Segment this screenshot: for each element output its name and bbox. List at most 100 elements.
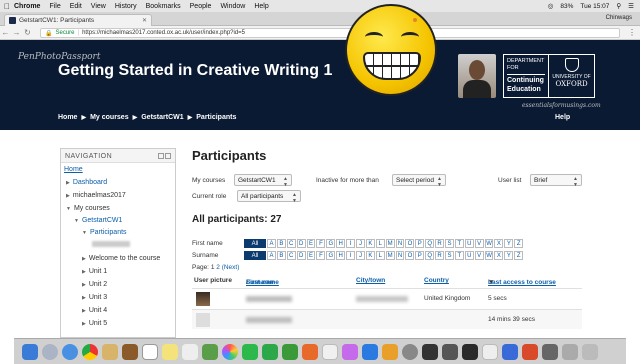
first-name-all-button[interactable]: All: [244, 239, 266, 248]
terminal-icon[interactable]: [462, 343, 478, 360]
surname-letter-m[interactable]: M: [385, 251, 395, 260]
crumb-participants[interactable]: Participants: [196, 114, 236, 121]
system-preferences-icon[interactable]: [402, 343, 418, 360]
first-name-letter-w[interactable]: W: [484, 239, 494, 248]
messages-icon[interactable]: [242, 343, 258, 360]
app-grey-icon[interactable]: [542, 343, 558, 360]
surname-letter-h[interactable]: H: [336, 251, 346, 260]
surname-letter-c[interactable]: C: [286, 251, 296, 260]
page-next-link[interactable]: (Next): [222, 264, 240, 271]
first-name-letter-t[interactable]: T: [454, 239, 464, 248]
crumb-course[interactable]: GetstartCW1: [141, 114, 183, 121]
calendar-icon[interactable]: [142, 343, 158, 360]
surname-letter-n[interactable]: N: [395, 251, 405, 260]
crumb-my-courses[interactable]: My courses: [90, 114, 129, 121]
first-name-letter-i[interactable]: I: [346, 239, 356, 248]
table-row[interactable]: 14 mins 39 secs: [192, 309, 582, 329]
page-2-link[interactable]: 2: [216, 264, 220, 271]
wifi-icon[interactable]: ◎: [548, 2, 554, 10]
first-name-letter-q[interactable]: Q: [425, 239, 435, 248]
first-name-letter-y[interactable]: Y: [504, 239, 514, 248]
notes-icon[interactable]: [162, 343, 178, 360]
forward-icon[interactable]: →: [11, 28, 22, 37]
nav-unit-5[interactable]: ▶ Unit 5: [82, 320, 107, 327]
browser-menu-icon[interactable]: ⋮: [628, 28, 636, 37]
notes-brown-icon[interactable]: [122, 343, 138, 360]
surname-letter-u[interactable]: U: [464, 251, 474, 260]
surname-letter-k[interactable]: K: [365, 251, 375, 260]
first-name-letter-s[interactable]: S: [445, 239, 454, 248]
help-link[interactable]: Help: [555, 114, 570, 121]
nav-unit-1[interactable]: ▶ Unit 1: [82, 268, 107, 275]
first-name-letter-g[interactable]: G: [326, 239, 336, 248]
finder-icon[interactable]: [22, 343, 38, 360]
surname-letter-q[interactable]: Q: [425, 251, 435, 260]
app-dark2-icon[interactable]: [442, 343, 458, 360]
sort-city[interactable]: City/town: [356, 277, 385, 284]
sort-last-access[interactable]: Last access to course: [488, 279, 556, 286]
first-name-letter-u[interactable]: U: [464, 239, 474, 248]
browser-tab[interactable]: GetstartCW1: Participants ✕: [4, 14, 152, 26]
app-dark-icon[interactable]: [422, 343, 438, 360]
keynote-icon[interactable]: [302, 343, 318, 360]
menu-bookmarks[interactable]: Bookmarks: [146, 3, 181, 10]
surname-letter-x[interactable]: X: [494, 251, 504, 260]
first-name-letter-b[interactable]: B: [276, 239, 286, 248]
first-name-letter-e[interactable]: E: [306, 239, 316, 248]
first-name-letter-d[interactable]: D: [296, 239, 306, 248]
first-name-letter-m[interactable]: M: [385, 239, 395, 248]
menu-view[interactable]: View: [91, 3, 106, 10]
nav-unit-2[interactable]: ▶ Unit 2: [82, 281, 107, 288]
first-name-letter-v[interactable]: V: [474, 239, 484, 248]
surname-letter-i[interactable]: I: [346, 251, 356, 260]
surname-all-button[interactable]: All: [244, 251, 266, 260]
safari-icon[interactable]: [62, 343, 78, 360]
first-name-letter-k[interactable]: K: [365, 239, 375, 248]
surname-letter-o[interactable]: O: [405, 251, 415, 260]
surname-letter-g[interactable]: G: [326, 251, 336, 260]
profile-name[interactable]: Chinwags: [606, 15, 632, 21]
first-name-letter-o[interactable]: O: [405, 239, 415, 248]
photos-icon[interactable]: [222, 343, 238, 360]
itunes-icon[interactable]: [322, 343, 338, 360]
table-row[interactable]: United Kingdom 5 secs: [192, 288, 582, 308]
url-bar[interactable]: 🔒 Secure | https://michaelmas2017.conted…: [40, 28, 620, 38]
blurred-user-name[interactable]: [246, 296, 292, 302]
surname-letter-a[interactable]: A: [267, 251, 276, 260]
nav-my-courses[interactable]: ▼ My courses: [66, 205, 110, 212]
first-name-letter-l[interactable]: L: [375, 239, 385, 248]
surname-letter-b[interactable]: B: [276, 251, 286, 260]
course-title[interactable]: Getting Started in Creative Writing 1: [58, 62, 332, 80]
first-name-letter-f[interactable]: F: [316, 239, 326, 248]
trash-icon[interactable]: [582, 343, 598, 360]
surname-letter-f[interactable]: F: [316, 251, 326, 260]
blurred-user-name[interactable]: [246, 317, 292, 323]
first-name-letter-r[interactable]: R: [435, 239, 445, 248]
menu-people[interactable]: People: [190, 3, 212, 10]
reminders-icon[interactable]: [182, 343, 198, 360]
search-icon[interactable]: ⚲: [616, 2, 621, 10]
menu-help[interactable]: Help: [254, 3, 268, 10]
first-name-letter-p[interactable]: P: [415, 239, 425, 248]
menu-app-name[interactable]: Chrome: [14, 3, 40, 10]
menu-file[interactable]: File: [49, 3, 60, 10]
surname-letter-d[interactable]: D: [296, 251, 306, 260]
list-icon[interactable]: ☰: [628, 2, 634, 10]
nav-unit-3[interactable]: ▶ Unit 3: [82, 294, 107, 301]
podcasts-icon[interactable]: [342, 343, 358, 360]
nav-michaelmas[interactable]: ▶ michaelmas2017: [66, 192, 126, 199]
oxford-logo[interactable]: DEPARTMENT FOR Continuing Education UNIV…: [503, 54, 595, 98]
current-role-select[interactable]: All participants ▲ ▼: [237, 190, 301, 204]
dock-block-icon[interactable]: [158, 153, 164, 159]
reload-icon[interactable]: ↻: [22, 28, 33, 37]
menu-window[interactable]: Window: [220, 3, 245, 10]
sort-country[interactable]: Country: [424, 277, 449, 284]
user-list-select[interactable]: Brief ▲ ▼: [530, 174, 582, 188]
nav-user-blurred[interactable]: [92, 241, 130, 249]
first-name-letter-n[interactable]: N: [395, 239, 405, 248]
first-name-letter-x[interactable]: X: [494, 239, 504, 248]
numbers-icon[interactable]: [282, 343, 298, 360]
surname-letter-t[interactable]: T: [454, 251, 464, 260]
surname-letter-v[interactable]: V: [474, 251, 484, 260]
my-courses-select[interactable]: GetstartCW1 ▲ ▼: [234, 174, 292, 188]
